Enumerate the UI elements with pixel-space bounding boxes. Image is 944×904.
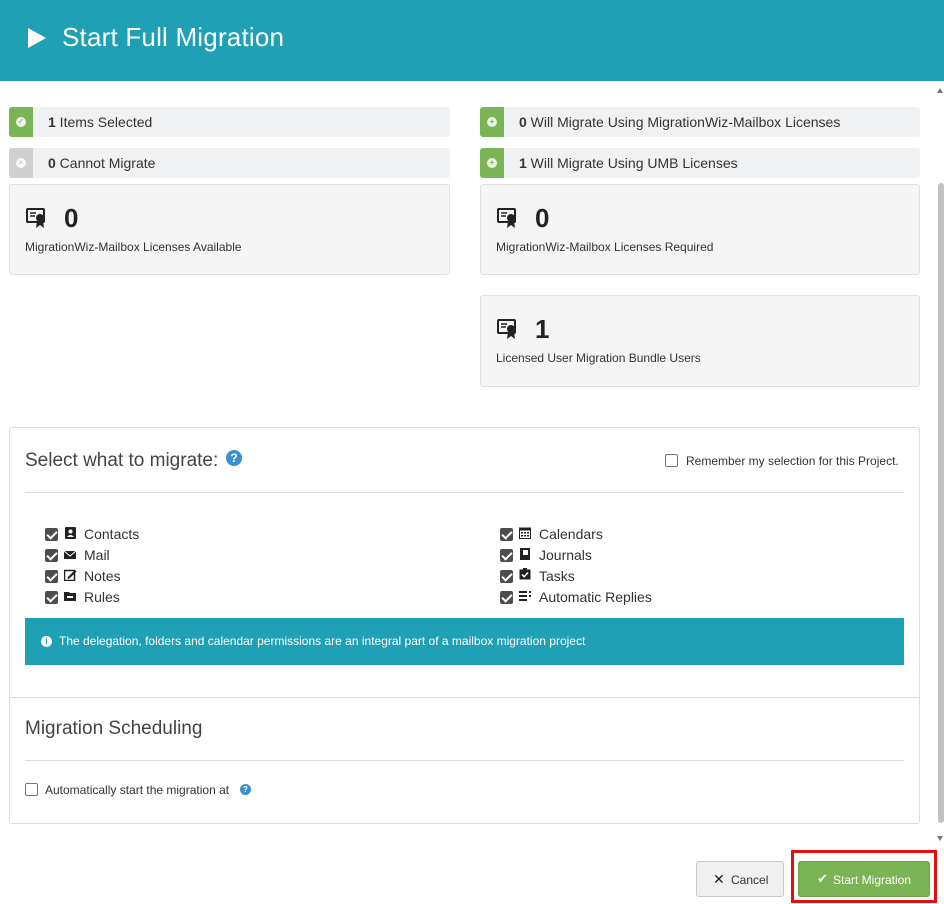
cannot-migrate-status: × 0 Cannot Migrate [9,148,450,178]
plus-circle-icon: + [487,117,497,127]
licenses-required-label: MigrationWiz-Mailbox Licenses Required [496,240,714,254]
notes-icon [64,569,77,581]
cannot-migrate-count: 0 [48,155,56,171]
licenses-required-value: 0 [535,203,550,233]
check-icon: ✔ [817,871,828,886]
mail-icon [64,550,77,559]
journals-checkbox[interactable] [500,549,513,562]
items-selected-count: 1 [48,114,56,130]
scroll-up-arrow-icon[interactable] [937,88,943,93]
calendars-checkbox[interactable] [500,528,513,541]
journal-icon [520,548,530,560]
notes-label: Notes [84,568,121,584]
start-migration-button-label: Start Migration [833,873,912,887]
cancel-button[interactable]: ✕ Cancel [696,861,784,897]
notes-checkbox[interactable] [45,570,58,583]
close-icon: ✕ [713,871,725,887]
rules-icon [64,592,76,601]
scrollbar-thumb[interactable] [938,183,944,823]
info-icon: i [41,636,52,647]
calendars-label: Calendars [539,526,603,542]
divider [25,760,904,761]
automatic-replies-checkbox[interactable] [500,591,513,604]
modal-title: Start Full Migration [62,22,285,52]
migration-scheduling-title: Migration Scheduling [25,718,203,739]
tasks-checkbox[interactable] [500,570,513,583]
cancel-button-label: Cancel [731,873,769,887]
plus-circle-icon: + [487,158,497,168]
remember-selection-label: Remember my selection for this Project. [686,454,899,468]
info-banner-text: The delegation, folders and calendar per… [59,634,586,648]
licenses-available-value: 0 [64,203,79,233]
auto-reply-icon [519,591,531,601]
rules-checkbox[interactable] [45,591,58,604]
certificate-icon [26,208,45,228]
journals-label: Journals [539,547,592,563]
licenses-required-card: 0 MigrationWiz-Mailbox Licenses Required [480,184,920,275]
cannot-migrate-label: Cannot Migrate [55,155,156,171]
migrate-mwz-count: 0 [519,114,527,130]
select-what-to-migrate-title: Select what to migrate: [25,450,219,471]
modal-header: Start Full Migration [0,0,944,81]
migrate-umb-label: Will Migrate Using UMB Licenses [526,155,738,171]
calendar-icon [519,527,531,539]
umb-users-card: 1 Licensed User Migration Bundle Users [480,295,920,387]
mail-label: Mail [84,547,110,563]
contacts-checkbox[interactable] [45,528,58,541]
umb-users-value: 1 [535,314,550,344]
certificate-icon [497,319,516,339]
items-selected-label: Items Selected [55,114,153,130]
remember-selection-checkbox[interactable] [665,454,678,467]
automatic-replies-label: Automatic Replies [539,589,652,605]
help-icon[interactable]: ? [240,784,251,795]
help-icon[interactable]: ? [226,450,242,466]
contacts-label: Contacts [84,526,140,542]
licenses-available-label: MigrationWiz-Mailbox Licenses Available [25,240,242,254]
play-icon [28,28,46,48]
migrate-mwz-status: + 0 Will Migrate Using MigrationWiz-Mail… [480,107,920,137]
start-migration-button[interactable]: ✔ Start Migration [798,861,930,897]
check-circle-icon: ✓ [16,117,26,127]
divider [25,492,904,493]
contacts-icon [65,527,76,539]
mail-checkbox[interactable] [45,549,58,562]
rules-label: Rules [84,589,120,605]
umb-users-label: Licensed User Migration Bundle Users [496,351,701,365]
migrate-umb-status: + 1 Will Migrate Using UMB Licenses [480,148,920,178]
migrate-umb-count: 1 [519,155,527,171]
info-banner: i The delegation, folders and calendar p… [25,618,904,665]
auto-start-checkbox[interactable] [25,783,38,796]
certificate-icon [497,208,516,228]
auto-start-label: Automatically start the migration at [45,783,230,797]
scroll-down-arrow-icon[interactable] [937,836,943,841]
items-selected-status: ✓ 1 Items Selected [9,107,450,137]
migrate-mwz-label: Will Migrate Using MigrationWiz-Mailbox … [526,114,841,130]
licenses-available-card: 0 MigrationWiz-Mailbox Licenses Availabl… [9,184,450,275]
blocked-circle-icon: × [16,158,26,168]
tasks-icon [519,568,531,580]
section-divider [10,697,919,698]
tasks-label: Tasks [539,568,575,584]
